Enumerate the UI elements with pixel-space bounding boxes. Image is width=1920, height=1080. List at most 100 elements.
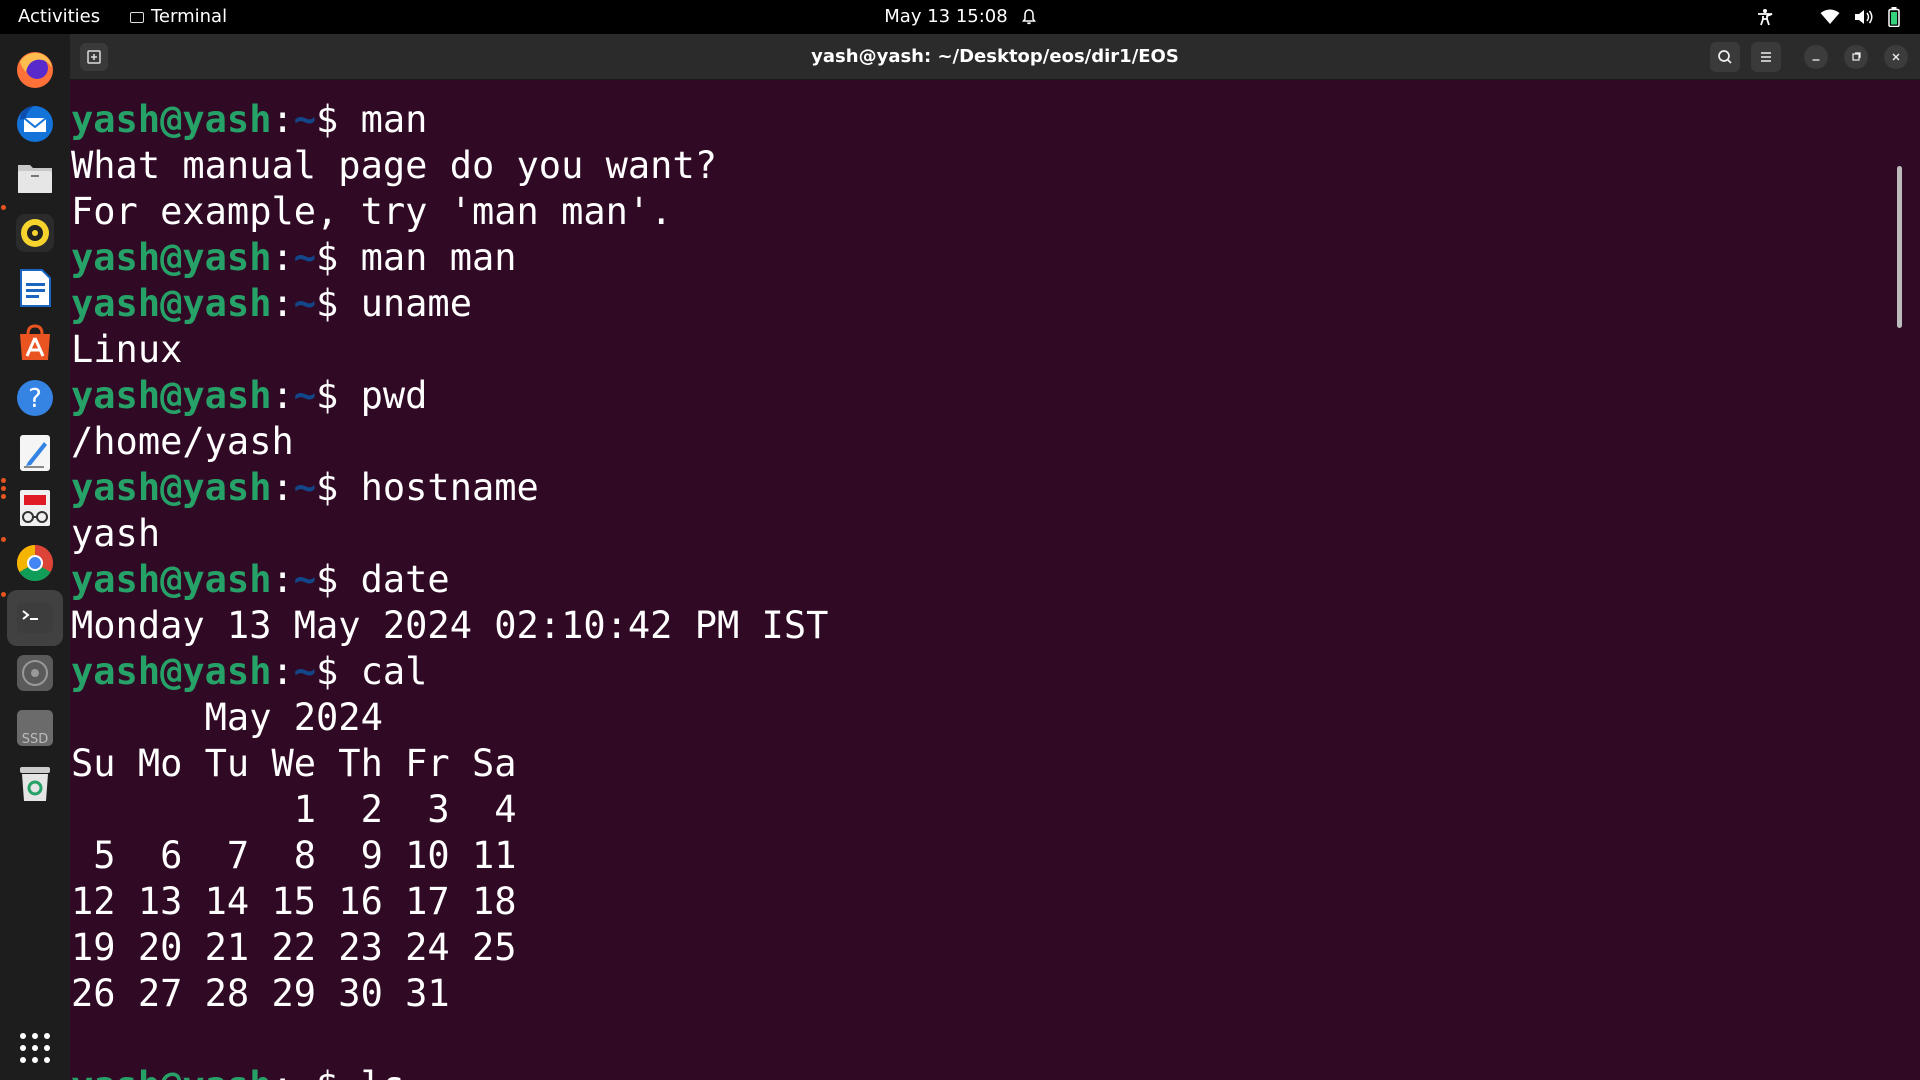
output-line: 19 20 21 22 23 24 25 <box>71 926 517 969</box>
prompt-symbol: $ <box>316 650 361 693</box>
rhythmbox-icon <box>16 214 54 252</box>
dock-help[interactable]: ? <box>7 370 63 426</box>
ssd-drive-icon: SSD <box>17 710 53 747</box>
output-line: Monday 13 May 2024 02:10:42 PM IST <box>71 604 829 647</box>
minimize-button[interactable] <box>1804 45 1828 69</box>
prompt-path: ~ <box>294 1064 316 1080</box>
search-button[interactable] <box>1710 42 1740 72</box>
output-line: /home/yash <box>71 420 294 463</box>
dock-ssd-drive[interactable]: SSD <box>7 700 63 756</box>
bell-icon <box>1021 9 1036 25</box>
dock-document-viewer[interactable] <box>7 480 63 536</box>
command-line: yash@yash:~$ cal <box>71 649 828 695</box>
dock-app-center[interactable] <box>7 315 63 371</box>
running-indicator <box>1 205 6 210</box>
dock-trash[interactable] <box>7 755 63 811</box>
prompt-symbol: $ <box>316 558 361 601</box>
running-indicator <box>1 537 6 542</box>
prompt-colon: : <box>271 558 294 601</box>
dock-text-editor[interactable] <box>7 425 63 481</box>
command-text: ls <box>361 1064 406 1080</box>
terminal-lines: yash@yash:~$ man What manual page do you … <box>71 97 828 1080</box>
prompt-colon: : <box>271 1064 293 1080</box>
prompt-user: yash@yash <box>71 1064 271 1080</box>
dock-files[interactable] <box>7 150 63 206</box>
header-bar: yash@yash: ~/Desktop/eos/dir1/EOS <box>70 34 1920 80</box>
chrome-icon <box>16 545 54 582</box>
dock-terminal[interactable] <box>7 590 63 646</box>
output-line: yash <box>71 512 161 555</box>
app-menu[interactable]: Terminal <box>130 0 227 34</box>
close-icon <box>1892 53 1900 61</box>
command-line: yash@yash:~$ uname <box>71 281 828 327</box>
dock-firefox[interactable] <box>7 41 63 97</box>
clock-button[interactable]: May 13 15:08 <box>884 0 1036 34</box>
battery-icon <box>1888 7 1900 27</box>
command-line: yash@yash:~$ date <box>71 557 828 603</box>
prompt-colon: : <box>271 650 294 693</box>
app-center-icon <box>20 324 50 360</box>
restore-button[interactable] <box>1844 45 1868 69</box>
prompt-path: ~ <box>293 98 317 141</box>
top-bar: Activities Terminal May 13 15:08 <box>0 0 1920 34</box>
running-indicator <box>1 486 6 491</box>
output-line: For example, try 'man man'. <box>71 190 673 233</box>
output-line: May 2024 <box>71 696 383 739</box>
command-line: yash@yash:~$ man <box>71 97 828 143</box>
accessibility-icon <box>1758 9 1773 26</box>
prompt-symbol: $ <box>316 1064 361 1080</box>
prompt-path: ~ <box>293 282 317 325</box>
svg-text:SSD: SSD <box>22 732 49 747</box>
libreoffice-writer-icon <box>20 269 51 307</box>
dock-disc-drive[interactable] <box>7 645 63 701</box>
help-icon: ? <box>17 380 53 416</box>
dock-thunderbird[interactable] <box>7 95 63 151</box>
terminal-output[interactable]: yash@yash:~$ man What manual page do you … <box>70 80 1906 1080</box>
command-text: man man <box>360 236 517 279</box>
scrollbar[interactable] <box>1897 166 1902 328</box>
running-indicator <box>1 494 6 499</box>
prompt-path: ~ <box>293 236 317 279</box>
wifi-icon <box>1820 9 1840 24</box>
output-line: 1 2 3 4 <box>71 788 517 831</box>
show-apps-button[interactable] <box>7 1020 63 1076</box>
prompt-colon: : <box>271 98 294 141</box>
command-text: uname <box>360 282 472 325</box>
prompt-user: yash@yash <box>71 236 272 279</box>
menu-button[interactable] <box>1751 42 1781 72</box>
system-tray[interactable] <box>1756 0 1900 34</box>
dock-chrome[interactable] <box>7 535 63 591</box>
command-text: date <box>360 558 450 601</box>
output-line: What manual page do you want? <box>71 144 718 187</box>
prompt-colon: : <box>271 236 294 279</box>
terminal-icon <box>17 603 53 633</box>
activities-button[interactable]: Activities <box>18 0 100 34</box>
prompt-path: ~ <box>293 650 317 693</box>
running-indicator <box>1 592 6 597</box>
prompt-symbol: $ <box>316 466 361 509</box>
prompt-user: yash@yash <box>71 98 272 141</box>
window-title: yash@yash: ~/Desktop/eos/dir1/EOS <box>811 46 1179 67</box>
command-line: yash@yash:~$ hostname <box>71 465 828 511</box>
command-line: yash@yash:~$ pwd <box>71 373 828 419</box>
close-button[interactable] <box>1884 45 1908 69</box>
dock-libreoffice-writer[interactable] <box>7 260 63 316</box>
prompt-user: yash@yash <box>71 282 272 325</box>
search-icon <box>1718 50 1732 64</box>
document-viewer-icon <box>20 490 50 526</box>
prompt-symbol: $ <box>316 282 361 325</box>
command-text: man <box>360 98 428 141</box>
new-tab-icon <box>87 50 101 64</box>
files-icon <box>18 165 52 193</box>
new-tab-button[interactable] <box>80 43 108 71</box>
prompt-symbol: $ <box>316 374 361 417</box>
minimize-icon <box>1812 59 1820 61</box>
show-apps-icon <box>20 1033 50 1063</box>
disc-drive-icon <box>17 655 53 691</box>
terminal-small-icon <box>130 11 144 23</box>
dock-rhythmbox[interactable] <box>7 205 63 261</box>
prompt-symbol: $ <box>316 236 361 279</box>
output-line: Linux <box>71 328 183 371</box>
volume-icon <box>1855 10 1873 24</box>
